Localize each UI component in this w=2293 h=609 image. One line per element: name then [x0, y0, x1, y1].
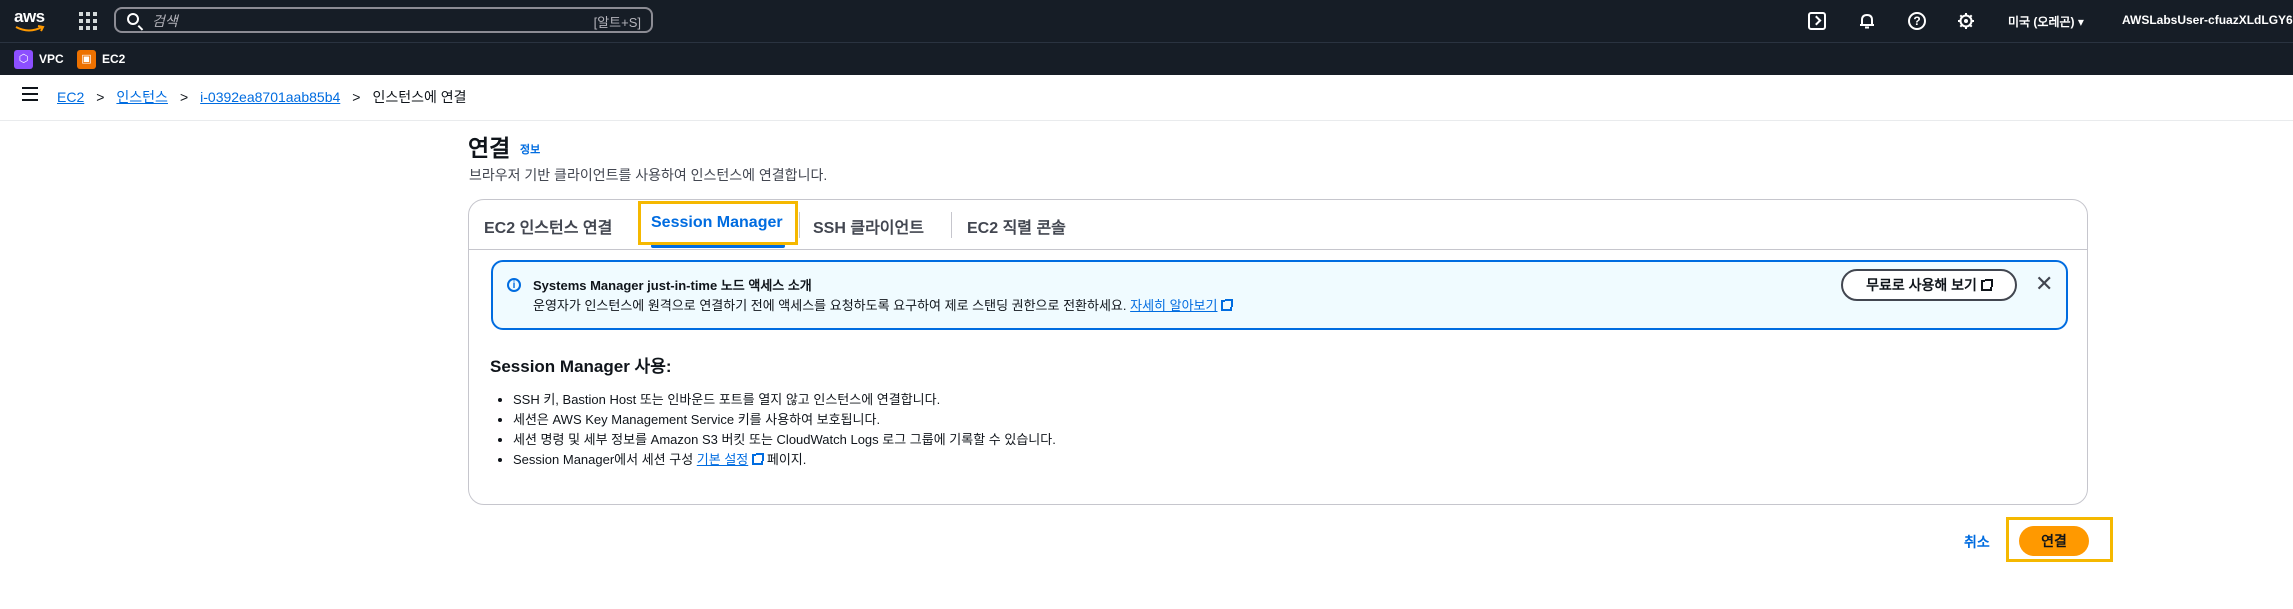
list-item: 세션은 AWS Key Management Service 키를 사용하여 보…: [513, 410, 1056, 430]
chevron-right-icon: >: [96, 89, 105, 105]
account-menu[interactable]: AWSLabsUser-cfuazXLdLGY68: [2122, 13, 2293, 27]
tab-ec2-instance-connect[interactable]: EC2 인스턴스 연결: [484, 214, 612, 238]
vpc-icon: ⬡: [14, 49, 33, 69]
search-box[interactable]: 검색 [알트+S]: [114, 7, 653, 33]
favorite-label: EC2: [102, 52, 126, 66]
external-link-icon: [1221, 299, 1234, 311]
try-for-free-label: 무료로 사용해 보기: [1866, 277, 1977, 293]
chevron-right-icon: >: [179, 89, 189, 105]
page-description: 브라우저 기반 클라이언트를 사용하여 인스턴스에 연결합니다.: [469, 167, 828, 183]
try-for-free-button[interactable]: 무료로 사용해 보기: [1841, 269, 2017, 301]
aws-logo[interactable]: aws: [14, 7, 48, 33]
favorite-label: VPC: [39, 52, 64, 66]
help-icon[interactable]: ?: [1908, 12, 1926, 30]
search-icon: [127, 13, 139, 25]
notifications-bell-icon[interactable]: [1858, 12, 1876, 30]
alert-body-text: 운영자가 인스턴스에 원격으로 연결하기 전에 액세스를 요청하도록 요구하여 …: [533, 298, 1127, 313]
breadcrumb-bar: EC2 > 인스턴스 > i-0392ea8701aab85b4 > 인스턴스에…: [0, 75, 2293, 121]
aws-smile-icon: [15, 25, 45, 32]
top-navigation: aws 검색 [알트+S] ? 미국 (오레곤) ▾ AWSLabsUser-c…: [0, 0, 2293, 42]
preferences-link[interactable]: 기본 설정: [697, 452, 748, 467]
chevron-right-icon: >: [352, 89, 361, 105]
breadcrumb-ec2[interactable]: EC2: [57, 89, 84, 105]
connect-panel: EC2 인스턴스 연결 Session Manager SSH 클라이언트 EC…: [468, 199, 2088, 505]
cloudshell-icon[interactable]: [1808, 12, 1826, 30]
hamburger-menu-icon[interactable]: [22, 87, 38, 101]
alert-body: 운영자가 인스턴스에 원격으로 연결하기 전에 액세스를 요청하도록 요구하여 …: [533, 295, 1234, 314]
settings-gear-icon[interactable]: [1957, 12, 1975, 30]
external-link-icon: [1980, 279, 1993, 291]
feature-list: SSH 키, Bastion Host 또는 인바운드 포트를 열지 않고 인스…: [491, 390, 1056, 470]
ec2-icon: ▣: [77, 49, 96, 69]
region-selector[interactable]: 미국 (오레곤) ▾: [2008, 13, 2084, 30]
tab-ssh-client[interactable]: SSH 클라이언트: [813, 214, 924, 238]
tab-focus-ring: [638, 201, 798, 245]
tab-divider: [799, 212, 800, 238]
connect-button[interactable]: 연결: [2019, 526, 2089, 556]
tab-ec2-serial-console[interactable]: EC2 직렬 콘솔: [967, 214, 1066, 238]
aws-logo-text: aws: [14, 7, 45, 26]
tab-list: EC2 인스턴스 연결 Session Manager SSH 클라이언트 EC…: [469, 200, 2087, 250]
list-item: SSH 키, Bastion Host 또는 인바운드 포트를 열지 않고 인스…: [513, 390, 1056, 410]
alert-title: Systems Manager just-in-time 노드 액세스 소개: [533, 278, 812, 293]
tab-divider: [951, 212, 952, 238]
breadcrumb-instance-id[interactable]: i-0392ea8701aab85b4: [200, 89, 340, 105]
section-title: Session Manager 사용:: [490, 357, 672, 376]
breadcrumb-instances[interactable]: 인스턴스: [116, 87, 168, 107]
favorite-ec2[interactable]: ▣ EC2: [77, 49, 125, 69]
search-shortcut-hint: [알트+S]: [593, 15, 641, 30]
list-item-prefix: Session Manager에서 세션 구성: [513, 452, 694, 467]
learn-more-link[interactable]: 자세히 알아보기: [1130, 298, 1217, 313]
info-alert: i Systems Manager just-in-time 노드 액세스 소개…: [491, 260, 2068, 330]
services-menu-icon[interactable]: [79, 12, 97, 30]
favorite-vpc[interactable]: ⬡ VPC: [14, 49, 64, 69]
list-item-suffix: 페이지.: [766, 452, 807, 467]
close-icon[interactable]: ✕: [2035, 273, 2053, 295]
list-item: 세션 명령 및 세부 정보를 Amazon S3 버킷 또는 CloudWatc…: [513, 430, 1056, 450]
breadcrumb-current: 인스턴스에 연결: [372, 89, 467, 105]
breadcrumb: EC2 > 인스턴스 > i-0392ea8701aab85b4 > 인스턴스에…: [57, 87, 467, 107]
page-title: 연결: [468, 135, 511, 161]
info-link[interactable]: 정보: [520, 141, 540, 157]
search-input[interactable]: 검색: [152, 11, 178, 31]
list-item: Session Manager에서 세션 구성 기본 설정 페이지.: [513, 450, 1056, 470]
info-icon: i: [507, 278, 521, 292]
favorites-bar: ⬡ VPC ▣ EC2: [0, 42, 2293, 75]
cancel-button[interactable]: 취소: [1964, 532, 1990, 552]
external-link-icon: [752, 453, 765, 465]
